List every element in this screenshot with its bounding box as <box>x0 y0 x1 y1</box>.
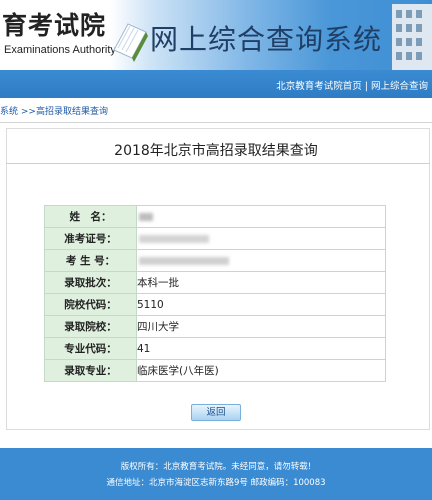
value-candidate-number <box>136 249 386 272</box>
value-major-code: 41 <box>136 337 386 360</box>
value-school-code: 5110 <box>136 293 386 316</box>
nav-separator: | <box>364 81 368 92</box>
book-icon <box>113 23 148 62</box>
nav-links: 北京教育考试院首页 | 网上综合查询 <box>276 78 428 92</box>
value-ticket-number <box>136 227 386 250</box>
top-navbar: 北京教育考试院首页 | 网上综合查询 <box>0 70 432 98</box>
page-title: 2018年北京市高招录取结果查询 <box>114 143 318 159</box>
label-school-code: 院校代码： <box>44 293 137 316</box>
label-major-code: 专业代码： <box>44 337 137 360</box>
table-row: 考 生 号： <box>44 249 386 272</box>
breadcrumb[interactable]: 系统 >>高招录取结果查询 <box>0 104 108 117</box>
copyright-text: 版权所有：北京教育考试院。未经同意，请勿转载! <box>120 462 312 472</box>
table-row: 录取专业： 临床医学(八年医) <box>44 359 386 382</box>
logo-english-text: Examinations Authority <box>4 44 116 56</box>
system-title: 网上综合查询系统 <box>150 23 383 56</box>
value-batch: 本科一批 <box>136 271 386 294</box>
value-school: 四川大学 <box>136 315 386 338</box>
table-row: 姓 名： <box>44 205 386 228</box>
result-table: 姓 名： 准考证号： 考 生 号： 录取批次： 本科一批 院校代码： 5110 … <box>44 205 386 382</box>
table-row: 录取院校： 四川大学 <box>44 315 386 338</box>
footer: 版权所有：北京教育考试院。未经同意，请勿转载! 通信地址：北京市海淀区志新东路9… <box>0 448 432 500</box>
redacted-value <box>139 234 209 243</box>
header-banner: 育考试院 Examinations Authority 网上综合查询系统 <box>0 0 432 70</box>
address-text: 通信地址：北京市海淀区志新东路9号 邮政编码：100083 <box>106 478 326 488</box>
table-row: 录取批次： 本科一批 <box>44 271 386 294</box>
label-batch: 录取批次： <box>44 271 137 294</box>
value-major: 临床医学(八年医) <box>136 359 386 382</box>
value-name <box>136 205 386 228</box>
redacted-value <box>139 212 153 221</box>
back-button[interactable]: 返回 <box>191 404 241 421</box>
label-school: 录取院校： <box>44 315 137 338</box>
table-row: 准考证号： <box>44 227 386 250</box>
logo-text: 育考试院 <box>2 11 107 40</box>
table-row: 院校代码： 5110 <box>44 293 386 316</box>
building-image <box>392 4 432 70</box>
redacted-value <box>139 256 229 265</box>
table-row: 专业代码： 41 <box>44 337 386 360</box>
divider <box>0 122 432 123</box>
nav-link-system[interactable]: 网上综合查询 <box>371 81 428 92</box>
nav-link-home[interactable]: 北京教育考试院首页 <box>276 81 362 92</box>
title-divider <box>6 163 430 164</box>
label-name: 姓 名： <box>44 205 137 228</box>
label-ticket-number: 准考证号： <box>44 227 137 250</box>
label-major: 录取专业： <box>44 359 137 382</box>
label-candidate-number: 考 生 号： <box>44 249 137 272</box>
